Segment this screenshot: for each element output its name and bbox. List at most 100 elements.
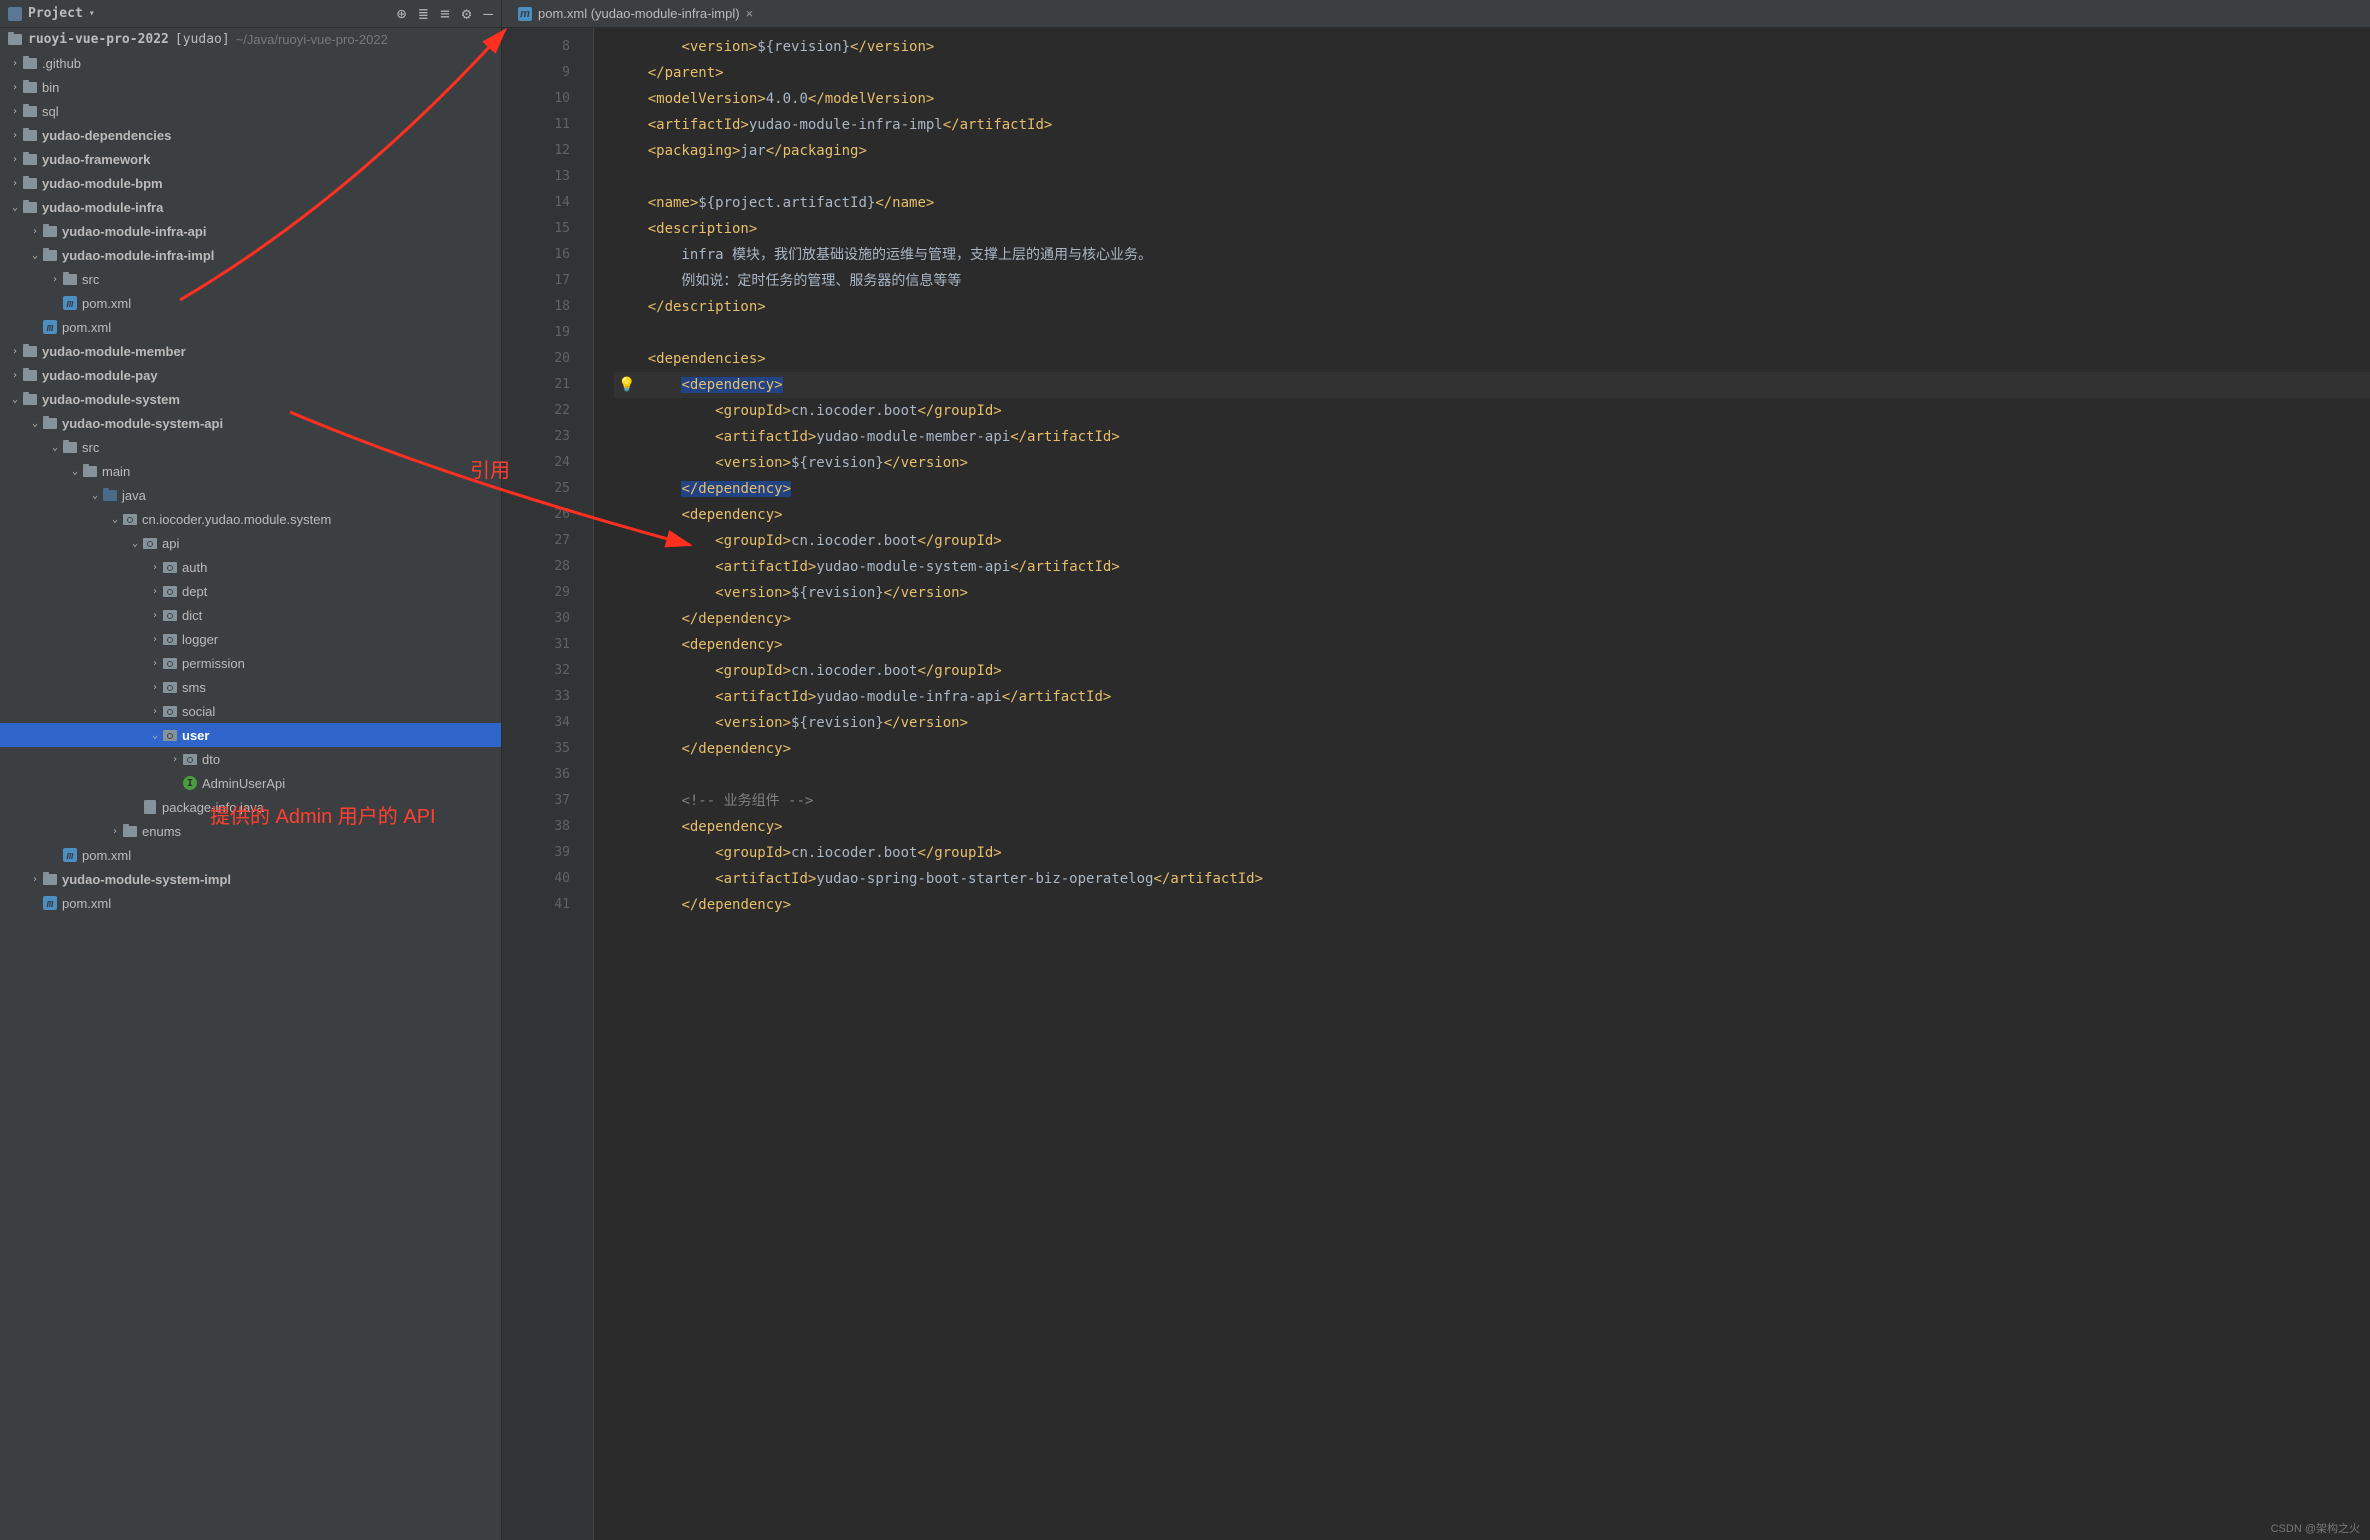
chevron-icon[interactable]: › (8, 58, 22, 69)
chevron-icon[interactable]: › (148, 658, 162, 669)
chevron-icon[interactable]: ⌄ (8, 394, 22, 405)
tree-row[interactable]: ›social (0, 699, 501, 723)
tree-row[interactable]: ›sql (0, 99, 501, 123)
code-line[interactable]: <version>${revision}</version> (614, 710, 2370, 736)
chevron-icon[interactable]: ⌄ (68, 466, 82, 477)
tree-row[interactable]: ›auth (0, 555, 501, 579)
chevron-icon[interactable]: › (8, 370, 22, 381)
code-area[interactable]: <version>${revision}</version> </parent>… (594, 28, 2370, 1540)
chevron-icon[interactable]: › (8, 154, 22, 165)
code-line[interactable]: <dependency> (614, 502, 2370, 528)
chevron-icon[interactable]: › (148, 586, 162, 597)
tree-row[interactable]: ›bin (0, 75, 501, 99)
project-root[interactable]: ruoyi-vue-pro-2022 [yudao] ~/Java/ruoyi-… (0, 28, 501, 51)
chevron-icon[interactable]: › (148, 562, 162, 573)
editor-tab[interactable]: m pom.xml (yudao-module-infra-impl) × (508, 0, 763, 27)
fold-gutter[interactable] (580, 28, 594, 1540)
code-line[interactable]: <groupId>cn.iocoder.boot</groupId> (614, 398, 2370, 424)
code-line[interactable]: <artifactId>yudao-module-system-api</art… (614, 554, 2370, 580)
tree-row[interactable]: ›yudao-module-bpm (0, 171, 501, 195)
chevron-icon[interactable]: › (48, 274, 62, 285)
chevron-icon[interactable]: ⌄ (28, 250, 42, 261)
chevron-icon[interactable]: › (168, 754, 182, 765)
expand-all-icon[interactable]: ≣ (418, 4, 428, 23)
locate-icon[interactable]: ⊕ (397, 4, 407, 23)
code-line[interactable]: 💡 <dependency> (614, 372, 2370, 398)
collapse-all-icon[interactable]: ≡ (440, 4, 450, 23)
chevron-icon[interactable]: › (28, 874, 42, 885)
code-line[interactable]: <!-- 业务组件 --> (614, 788, 2370, 814)
code-line[interactable]: <name>${project.artifactId}</name> (614, 190, 2370, 216)
chevron-icon[interactable]: ⌄ (128, 538, 142, 549)
chevron-icon[interactable]: › (148, 706, 162, 717)
code-line[interactable]: <groupId>cn.iocoder.boot</groupId> (614, 840, 2370, 866)
tree-row[interactable]: ⌄user (0, 723, 501, 747)
code-line[interactable]: <version>${revision}</version> (614, 34, 2370, 60)
code-line[interactable]: <groupId>cn.iocoder.boot</groupId> (614, 528, 2370, 554)
chevron-icon[interactable]: › (148, 634, 162, 645)
code-line[interactable]: <version>${revision}</version> (614, 580, 2370, 606)
tree-row[interactable]: ›yudao-module-member (0, 339, 501, 363)
code-line[interactable] (614, 320, 2370, 346)
code-line[interactable]: </description> (614, 294, 2370, 320)
tree-row[interactable]: mpom.xml (0, 291, 501, 315)
tree-row[interactable]: ⌄cn.iocoder.yudao.module.system (0, 507, 501, 531)
gear-icon[interactable]: ⚙ (462, 4, 472, 23)
chevron-icon[interactable]: ⌄ (48, 442, 62, 453)
chevron-icon[interactable]: › (8, 178, 22, 189)
sidebar-title[interactable]: Project (28, 6, 83, 21)
tree-row[interactable]: ›yudao-module-infra-api (0, 219, 501, 243)
tree-row[interactable]: ›yudao-module-pay (0, 363, 501, 387)
chevron-icon[interactable]: › (8, 106, 22, 117)
code-line[interactable]: <dependencies> (614, 346, 2370, 372)
code-line[interactable]: <dependency> (614, 632, 2370, 658)
code-line[interactable]: <artifactId>yudao-module-infra-impl</art… (614, 112, 2370, 138)
project-tree[interactable]: ›.github›bin›sql›yudao-dependencies ›yuda… (0, 51, 501, 1540)
code-line[interactable]: infra 模块，我们放基础设施的运维与管理，支撑上层的通用与核心业务。 (614, 242, 2370, 268)
code-line[interactable]: <modelVersion>4.0.0</modelVersion> (614, 86, 2370, 112)
code-line[interactable] (614, 164, 2370, 190)
code-line[interactable]: 例如说：定时任务的管理、服务器的信息等等 (614, 268, 2370, 294)
chevron-icon[interactable]: › (8, 130, 22, 141)
tree-row[interactable]: ›permission (0, 651, 501, 675)
chevron-icon[interactable]: › (108, 826, 122, 837)
code-line[interactable]: </dependency> (614, 606, 2370, 632)
tree-row[interactable]: ›yudao-dependencies (0, 123, 501, 147)
code-line[interactable]: <groupId>cn.iocoder.boot</groupId> (614, 658, 2370, 684)
code-line[interactable]: <dependency> (614, 814, 2370, 840)
tree-row[interactable]: IAdminUserApi (0, 771, 501, 795)
tree-row[interactable]: ›yudao-module-system-impl (0, 867, 501, 891)
code-line[interactable]: <artifactId>yudao-module-infra-api</arti… (614, 684, 2370, 710)
code-line[interactable]: <packaging>jar</packaging> (614, 138, 2370, 164)
hide-icon[interactable]: — (483, 4, 493, 23)
tree-row[interactable]: ›.github (0, 51, 501, 75)
tree-row[interactable]: ⌄yudao-module-infra (0, 195, 501, 219)
chevron-icon[interactable]: › (8, 82, 22, 93)
tree-row[interactable]: package-info.java (0, 795, 501, 819)
tree-row[interactable]: ⌄yudao-module-infra-impl (0, 243, 501, 267)
chevron-icon[interactable]: ⌄ (8, 202, 22, 213)
chevron-icon[interactable]: › (8, 346, 22, 357)
tree-row[interactable]: ⌄java (0, 483, 501, 507)
tree-row[interactable]: ⌄main (0, 459, 501, 483)
tree-row[interactable]: ›dept (0, 579, 501, 603)
chevron-icon[interactable]: ⌄ (148, 730, 162, 741)
code-line[interactable]: </dependency> (614, 736, 2370, 762)
code-line[interactable]: </dependency> (614, 476, 2370, 502)
code-line[interactable]: <artifactId>yudao-module-member-api</art… (614, 424, 2370, 450)
tree-row[interactable]: ›src (0, 267, 501, 291)
tree-row[interactable]: ›logger (0, 627, 501, 651)
tree-row[interactable]: mpom.xml (0, 891, 501, 915)
tree-row[interactable]: ›dict (0, 603, 501, 627)
code-line[interactable]: <artifactId>yudao-spring-boot-starter-bi… (614, 866, 2370, 892)
code-line[interactable]: </parent> (614, 60, 2370, 86)
close-icon[interactable]: × (746, 6, 754, 21)
code-line[interactable] (614, 762, 2370, 788)
chevron-icon[interactable]: › (148, 610, 162, 621)
tree-row[interactable]: ⌄src (0, 435, 501, 459)
chevron-icon[interactable]: ⌄ (88, 490, 102, 501)
tree-row[interactable]: ›sms (0, 675, 501, 699)
code-line[interactable]: </dependency> (614, 892, 2370, 918)
chevron-icon[interactable]: › (148, 682, 162, 693)
tree-row[interactable]: ›dto (0, 747, 501, 771)
